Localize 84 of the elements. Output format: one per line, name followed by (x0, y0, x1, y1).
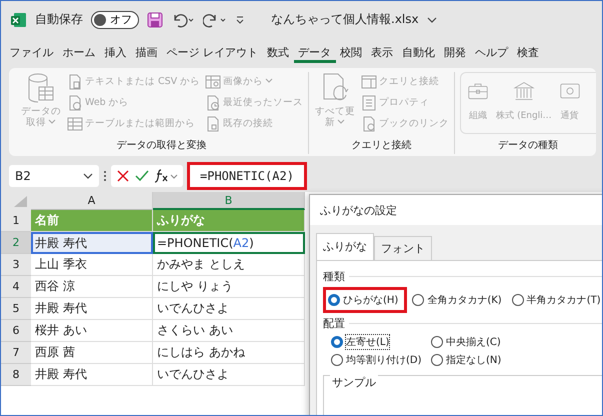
radio-option[interactable]: 左寄せ(L) (331, 333, 431, 351)
menu-tab[interactable]: 開発 (440, 42, 470, 62)
table-icon (67, 116, 83, 132)
menu-tab[interactable]: ホーム (58, 42, 100, 62)
table-cell: 井殿 寿代 (31, 298, 153, 320)
table-cell: =PHONETIC(A2) (153, 232, 305, 254)
customize-icon[interactable] (235, 14, 245, 24)
close-icon[interactable] (116, 168, 130, 182)
group-label: データの取得と変換 (116, 138, 208, 153)
bank-icon (512, 81, 535, 101)
chevron-down-icon (265, 78, 274, 84)
row-header[interactable]: 6 (1, 320, 31, 342)
table-cell: 井殿 寿代 (31, 232, 153, 254)
row-header[interactable]: 5 (1, 298, 31, 320)
table-cell: 西谷 涼 (31, 276, 153, 298)
group-label: 種類 (323, 269, 345, 284)
panel-icon (361, 74, 378, 90)
table-cell: いでんひさよ (153, 364, 305, 386)
save-icon[interactable] (147, 12, 163, 28)
table-cell: かみやま としえ (153, 254, 305, 276)
row-header[interactable]: 7 (1, 342, 31, 364)
group-label: クエリと接続 (350, 138, 413, 153)
radio-option[interactable]: ひらがな(H) (323, 287, 408, 313)
web-file-icon (67, 94, 83, 110)
table-cell: にしや りょう (153, 276, 305, 298)
menu-tab[interactable]: 挿入 (100, 42, 131, 62)
autosave-label: 自動保存 (35, 11, 83, 28)
group-label: データの種類 (497, 138, 560, 153)
redo-icon[interactable] (203, 12, 227, 28)
menu-tab[interactable]: 校閲 (336, 42, 366, 62)
autosave-toggle[interactable]: オフ (91, 10, 139, 28)
radio-option[interactable]: 半角カタカナ(T) (506, 287, 602, 313)
clock-file-icon (205, 94, 222, 110)
dialog-title: ふりがなの設定 (310, 195, 602, 225)
header-cell: ふりがな (153, 210, 305, 232)
table-cell: にしはら あかね (153, 342, 305, 364)
group-label: 配置 (323, 316, 345, 331)
formula-field[interactable]: =PHONETIC(A2) (187, 162, 307, 190)
image-table-icon (205, 74, 222, 90)
more-icon (103, 170, 107, 182)
row-header[interactable]: 8 (1, 364, 31, 386)
table-cell: いでんひさよ (153, 298, 305, 320)
currency-icon (558, 81, 581, 101)
menu-tab[interactable]: ページ レイアウト (162, 42, 262, 62)
file-icon (205, 116, 222, 132)
row-header[interactable]: 4 (1, 276, 31, 298)
menu-tab[interactable]: 検査 (512, 42, 544, 62)
header-cell: 名前 (31, 210, 153, 232)
radio-option[interactable]: 指定なし(N) (431, 351, 551, 369)
chevron-down-icon (48, 119, 56, 126)
table-cell: さくらい あい (153, 320, 305, 342)
chevron-down-icon[interactable] (426, 16, 437, 24)
check-icon[interactable] (135, 168, 149, 182)
file-name[interactable]: なんちゃって個人情報.xlsx (271, 11, 419, 28)
radio-option[interactable]: 均等割り付け(D) (331, 351, 431, 369)
row-header[interactable]: 3 (1, 254, 31, 276)
function-icon[interactable] (154, 168, 178, 182)
briefcase-icon (467, 81, 490, 101)
chevron-down-icon (337, 119, 346, 126)
menu-tab[interactable]: ファイル (5, 42, 58, 62)
column-header[interactable]: A (31, 192, 153, 210)
row-header[interactable]: 1 (1, 210, 31, 232)
database-icon (26, 72, 56, 104)
link-file-icon (361, 116, 378, 132)
table-cell: 井殿 寿代 (31, 364, 153, 386)
menu-tab[interactable]: データ (294, 42, 336, 62)
radio-option[interactable]: 全角カタカナ(K) (407, 287, 507, 313)
table-cell: 桜井 あい (31, 320, 153, 342)
dialog-tab[interactable]: ふりがな (316, 233, 374, 260)
menu-tab[interactable]: 描画 (131, 42, 162, 62)
dialog-tab[interactable]: フォント (374, 236, 432, 260)
table-cell: 西原 茜 (31, 342, 153, 364)
text-file-icon (67, 74, 83, 90)
table-cell: 上山 季衣 (31, 254, 153, 276)
radio-option[interactable]: 中央揃え(C) (431, 333, 551, 351)
menu-tab[interactable]: ヘルプ (470, 42, 512, 62)
menu-tab[interactable]: 自動化 (398, 42, 440, 62)
group-label: サンプル (330, 375, 378, 390)
menu-tab[interactable]: 表示 (366, 42, 398, 62)
chevron-down-icon (83, 172, 93, 180)
menu-tab[interactable]: 数式 (262, 42, 294, 62)
list-icon (361, 94, 378, 110)
name-box[interactable]: B2 (9, 164, 99, 186)
spreadsheet-app-icon (11, 12, 27, 28)
